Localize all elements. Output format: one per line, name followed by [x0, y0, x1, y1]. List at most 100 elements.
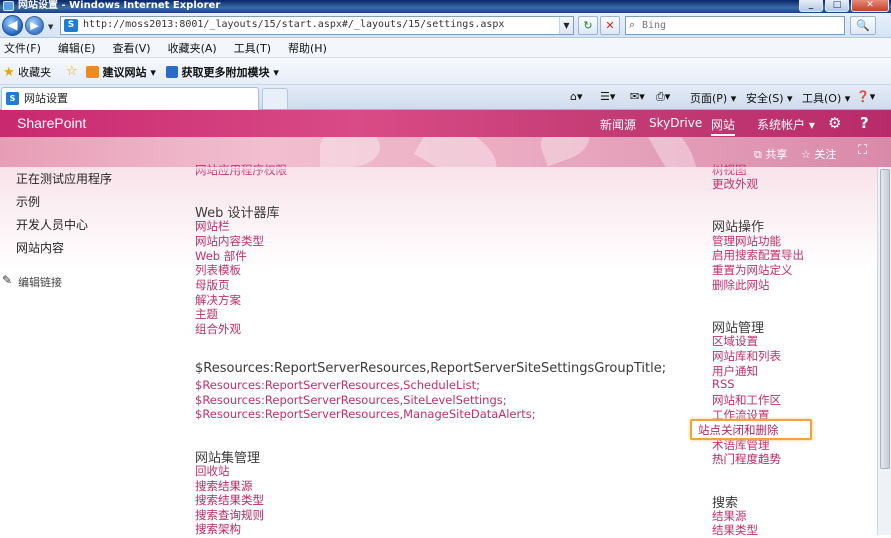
settings-link[interactable]: 启用搜索配置导出 — [712, 247, 804, 263]
suite-link-sites[interactable]: 网站 — [711, 116, 736, 136]
help-icon[interactable]: ? — [860, 114, 869, 132]
share-icon: ⧉ — [754, 148, 762, 161]
back-button[interactable]: ◀ — [2, 15, 23, 36]
get-addons-label: 获取更多附加模块 ▾ — [181, 66, 279, 79]
settings-link[interactable]: 列表模板 — [195, 262, 241, 278]
tab-label: 网站设置 — [24, 92, 68, 105]
refresh-button[interactable]: ↻ — [578, 16, 598, 35]
settings-link[interactable]: 区域设置 — [712, 333, 758, 349]
settings-link[interactable]: 搜索结果类型 — [195, 492, 264, 508]
page-scrollbar[interactable] — [877, 167, 891, 535]
highlight-annotation-box — [690, 419, 812, 440]
sharepoint-brand[interactable]: SharePoint — [17, 115, 86, 131]
suggested-sites-icon — [86, 66, 99, 78]
edit-links-label: 编辑链接 — [18, 276, 62, 289]
menu-view[interactable]: 查看(V) — [112, 40, 150, 56]
menu-edit[interactable]: 编辑(E) — [58, 40, 96, 56]
settings-link[interactable]: RSS — [712, 377, 735, 391]
search-go-button[interactable]: 🔍 — [850, 16, 876, 35]
address-field[interactable]: S http://moss2013:8001/_layouts/15/start… — [60, 16, 574, 35]
flower-decoration — [320, 137, 380, 167]
settings-link[interactable]: 网站和工作区 — [712, 392, 781, 408]
favorites-bar: ★ 收藏夹 ☆ 建议网站 ▾ 获取更多附加模块 ▾ — [0, 58, 891, 85]
menu-tools[interactable]: 工具(T) — [234, 40, 271, 56]
window-title: 网站设置 - Windows Internet Explorer — [18, 0, 221, 11]
focus-content-icon[interactable]: ⛶ — [858, 143, 867, 158]
window-controls: _ □ ✕ — [799, 0, 889, 13]
menu-help[interactable]: 帮助(H) — [288, 40, 327, 56]
settings-link[interactable]: 重置为网站定义 — [712, 262, 793, 278]
stop-button[interactable]: ✕ — [600, 16, 620, 35]
settings-link[interactable]: 网站内容类型 — [195, 233, 264, 249]
sharepoint-suite-bar: SharePoint 新闻源 SkyDrive 网站 系统帐户 ▾ ⚙ ? — [0, 110, 891, 137]
flower-decoration — [644, 137, 706, 167]
favorites-button[interactable]: ★ 收藏夹 — [3, 64, 51, 80]
suggested-sites-label: 建议网站 ▾ — [102, 66, 156, 79]
settings-link[interactable]: $Resources:ReportServerResources,Schedul… — [195, 378, 480, 392]
mail-button[interactable]: ✉▾ — [630, 90, 645, 103]
ie-addons-icon — [166, 66, 178, 78]
feeds-button[interactable]: ☰▾ — [600, 90, 615, 103]
address-url[interactable]: http://moss2013:8001/_layouts/15/start.a… — [83, 19, 504, 30]
menu-bar: 文件(F) 编辑(E) 查看(V) 收藏夹(A) 工具(T) 帮助(H) — [0, 38, 891, 58]
scroll-fade — [0, 167, 877, 173]
suggested-sites-link[interactable]: 建议网站 ▾ — [86, 64, 156, 80]
follow-button[interactable]: ☆ 关注 — [801, 146, 836, 162]
ie-icon — [3, 1, 14, 11]
tab-site-settings[interactable]: S 网站设置 — [1, 87, 259, 110]
search-icon: ⌕ — [629, 18, 636, 31]
minimize-button[interactable]: _ — [799, 0, 823, 12]
nav-item-site-contents[interactable]: 网站内容 — [16, 239, 64, 256]
share-button[interactable]: ⧉ 共享 — [754, 146, 787, 162]
new-tab-button[interactable] — [262, 88, 288, 109]
menu-favorites[interactable]: 收藏夹(A) — [168, 40, 217, 56]
tools-menu[interactable]: 工具(O) ▾ — [802, 90, 850, 106]
print-button[interactable]: ⎙▾ — [656, 90, 670, 104]
pencil-icon: ✎ — [2, 273, 13, 287]
edit-links-button[interactable]: ✎ 编辑链接 — [2, 273, 62, 290]
scrollbar-thumb[interactable] — [880, 169, 890, 469]
settings-link[interactable]: 组合外观 — [195, 321, 241, 337]
suite-link-newsfeed[interactable]: 新闻源 — [600, 116, 636, 133]
sharepoint-tab-icon: S — [6, 92, 19, 105]
settings-link[interactable]: 结果类型 — [712, 522, 758, 538]
settings-link[interactable]: 母版页 — [195, 277, 230, 293]
settings-link[interactable]: 删除此网站 — [712, 277, 770, 293]
flower-decoration — [413, 137, 507, 167]
add-favorite-icon[interactable]: ☆ — [66, 64, 78, 79]
nav-item-developer-center[interactable]: 开发人员中心 — [16, 216, 88, 233]
help-menu[interactable]: ❓▾ — [856, 90, 875, 103]
share-label: 共享 — [765, 148, 788, 161]
history-dropdown-icon[interactable]: ▼ — [48, 23, 53, 31]
settings-link[interactable]: $Resources:ReportServerResources,ManageS… — [195, 407, 536, 421]
address-toolbar: ◀ ▶ ▼ S http://moss2013:8001/_layouts/15… — [0, 13, 891, 38]
favorites-label: 收藏夹 — [18, 66, 52, 79]
section-heading-report-server: $Resources:ReportServerResources,ReportS… — [195, 361, 667, 376]
nav-item-samples[interactable]: 示例 — [16, 193, 40, 210]
search-field[interactable]: ⌕ — [625, 16, 845, 35]
settings-link[interactable]: 主题 — [195, 306, 218, 322]
account-menu[interactable]: 系统帐户 ▾ — [757, 116, 815, 133]
menu-file[interactable]: 文件(F) — [4, 40, 41, 56]
suite-link-skydrive[interactable]: SkyDrive — [649, 116, 702, 130]
search-input[interactable] — [642, 18, 838, 33]
maximize-button[interactable]: □ — [825, 0, 849, 12]
get-addons-link[interactable]: 获取更多附加模块 ▾ — [166, 64, 279, 80]
page-menu[interactable]: 页面(P) ▾ — [690, 90, 736, 106]
close-window-button[interactable]: ✕ — [851, 0, 889, 12]
settings-link[interactable]: 热门程度趋势 — [712, 451, 781, 467]
settings-link[interactable]: 网站栏 — [195, 218, 230, 234]
settings-gear-icon[interactable]: ⚙ — [828, 114, 841, 132]
sharepoint-favicon: S — [64, 19, 78, 32]
safety-menu[interactable]: 安全(S) ▾ — [746, 90, 793, 106]
flower-decoration — [535, 137, 595, 167]
settings-link[interactable]: 网站库和列表 — [712, 348, 781, 364]
address-dropdown-icon[interactable]: ▼ — [559, 17, 573, 34]
follow-star-icon: ☆ — [801, 148, 811, 161]
settings-link[interactable]: $Resources:ReportServerResources,SiteLev… — [195, 393, 507, 407]
forward-button[interactable]: ▶ — [25, 16, 44, 35]
home-button[interactable]: ⌂▾ — [570, 90, 583, 103]
tab-bar: S 网站设置 ⌂▾ ☰▾ ✉▾ ⎙▾ 页面(P) ▾ 安全(S) ▾ 工具(O)… — [0, 85, 891, 110]
settings-link[interactable]: 更改外观 — [712, 176, 758, 192]
settings-link[interactable]: 回收站 — [195, 463, 230, 479]
